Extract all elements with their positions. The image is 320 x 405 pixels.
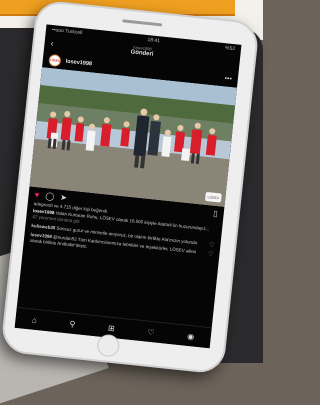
watermark-text: LÖSEV	[207, 194, 220, 200]
comment-like-icon[interactable]: ♡	[207, 250, 214, 262]
carrier-label: ••ooo Turkcell	[51, 27, 83, 37]
back-arrow-icon[interactable]: ‹	[50, 38, 54, 48]
post-photo-image	[29, 67, 237, 207]
post-account-name[interactable]: losev1998	[65, 59, 92, 68]
avatar-logo-text: LÖSEV	[49, 57, 61, 63]
avatar[interactable]: LÖSEV	[48, 53, 62, 68]
phone-speaker	[122, 19, 163, 27]
more-options-icon[interactable]: •••	[224, 75, 232, 83]
bookmark-icon[interactable]: ▯	[213, 208, 218, 217]
search-icon[interactable]: ⚲	[69, 319, 76, 329]
comment-icon[interactable]: ◯	[45, 191, 55, 201]
heart-outline-icon[interactable]: ♡	[147, 327, 155, 337]
post-photo[interactable]: LÖSEV	[29, 67, 237, 207]
home-icon[interactable]: ⌂	[32, 315, 38, 324]
profile-icon[interactable]: ◉	[187, 331, 195, 341]
send-icon[interactable]: ➤	[60, 192, 68, 202]
phone-screen: ••ooo Turkcell 18:41 %52 ‹ losev1998 Gön…	[14, 24, 242, 349]
clock: 18:41	[147, 37, 161, 45]
battery-indicator: %52	[224, 45, 236, 53]
add-post-icon[interactable]: ⊞	[108, 323, 116, 333]
smartphone: ••ooo Turkcell 18:41 %52 ‹ losev1998 Gön…	[0, 0, 260, 375]
page-title: Gönderi	[130, 49, 154, 58]
comment-username[interactable]: kulisweb35	[31, 222, 55, 229]
losev-logo-watermark: LÖSEV	[204, 191, 222, 203]
comment-like-icon[interactable]: ♡	[209, 241, 215, 249]
heart-icon[interactable]: ♥	[34, 190, 40, 199]
